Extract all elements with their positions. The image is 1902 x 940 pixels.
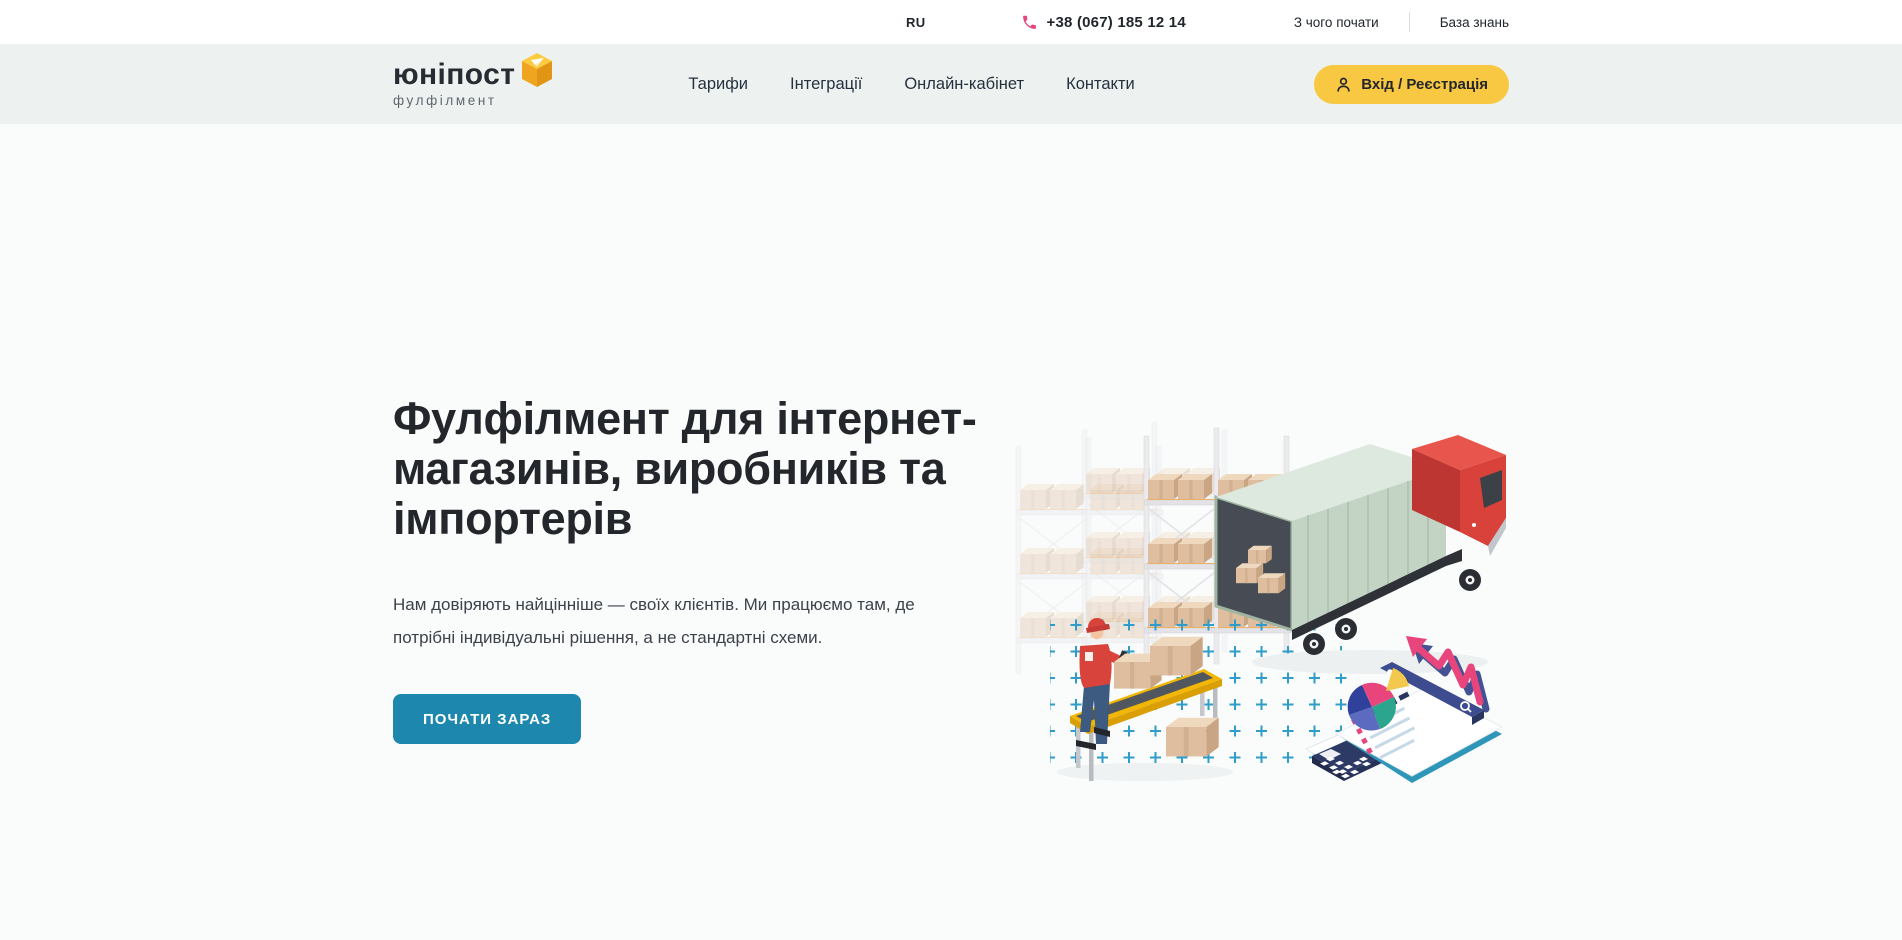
hero-illustration (1010, 400, 1510, 800)
nav-item-tariffs[interactable]: Тарифи (688, 75, 748, 94)
user-icon (1335, 76, 1352, 93)
phone-number: +38 (067) 185 12 14 (1047, 14, 1186, 31)
login-button[interactable]: Вхід / Реєстрація (1314, 65, 1509, 104)
header: юніпост фулфілмент Тарифи Інтеграції Онл… (0, 44, 1902, 124)
nav-item-integrations[interactable]: Інтеграції (790, 75, 862, 94)
phone-icon (1021, 14, 1038, 31)
language-toggle[interactable]: RU (906, 15, 926, 30)
logo[interactable]: юніпост фулфілмент (393, 60, 553, 108)
hero-section: Фулфілмент для інтернет- магазинів, виро… (0, 124, 1902, 940)
logo-text: юніпост (393, 60, 515, 90)
page-title: Фулфілмент для інтернет- магазинів, виро… (393, 394, 1073, 544)
topbar-link-knowledge-base[interactable]: База знань (1440, 15, 1509, 30)
cta-start-button[interactable]: ПОЧАТИ ЗАРАЗ (393, 694, 581, 744)
logo-tagline: фулфілмент (393, 93, 515, 108)
logo-cube-icon (521, 52, 553, 88)
topbar-links: З чого почати База знань (1294, 12, 1509, 32)
login-button-label: Вхід / Реєстрація (1361, 76, 1488, 93)
topbar-link-getting-started[interactable]: З чого почати (1294, 15, 1379, 30)
topbar: RU +38 (067) 185 12 14 З чого почати Баз… (0, 0, 1902, 44)
nav-item-online-cabinet[interactable]: Онлайн-кабінет (904, 75, 1024, 94)
hero-description: Нам довіряють найцінніше — своїх клієнті… (393, 588, 1073, 654)
topbar-divider (1409, 12, 1410, 32)
nav-item-contacts[interactable]: Контакти (1066, 75, 1135, 94)
phone-link[interactable]: +38 (067) 185 12 14 (1021, 14, 1186, 31)
main-nav: Тарифи Інтеграції Онлайн-кабінет Контакт… (688, 75, 1134, 94)
